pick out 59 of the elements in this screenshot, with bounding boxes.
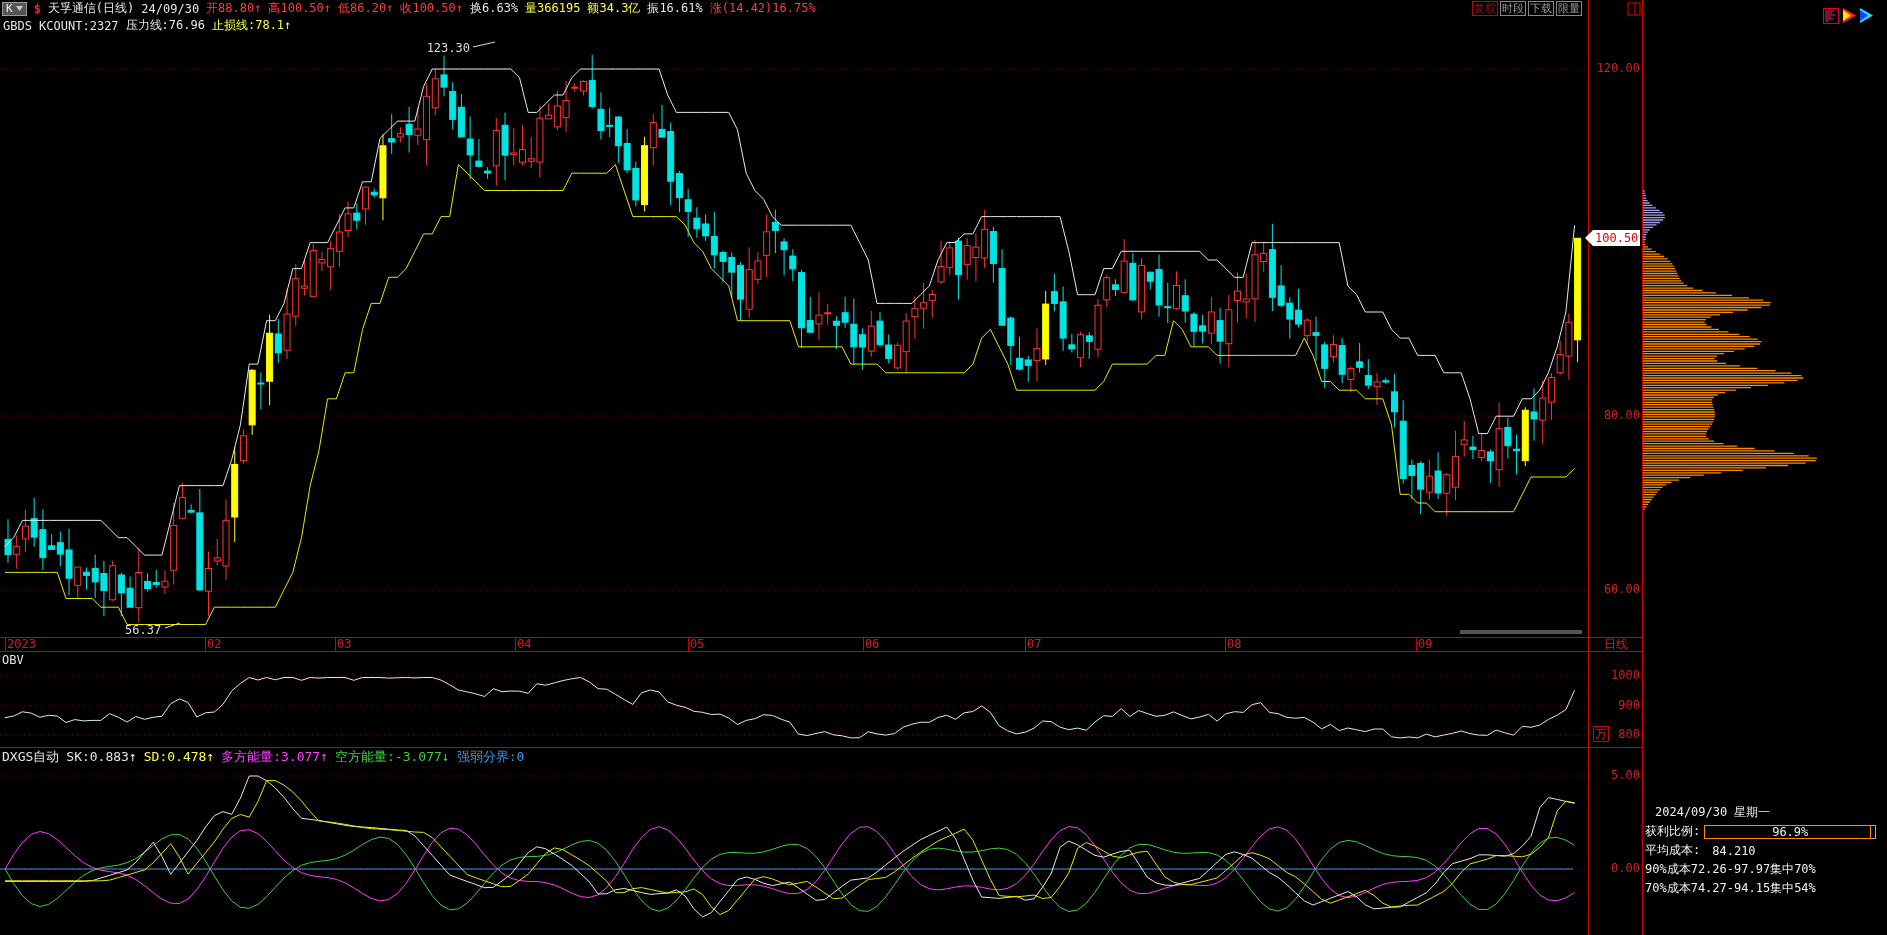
date-axis-label: 04 [515, 638, 532, 651]
indicator-value: 止损线:78.1↑ [211, 17, 292, 34]
date-axis-label: 06 [863, 638, 880, 651]
chart-type-button[interactable]: K [2, 1, 27, 16]
date-axis-label: 2023 [5, 638, 36, 651]
price-axis-label: 60.00 [1603, 582, 1640, 596]
scroll-bar[interactable] [1460, 630, 1582, 634]
legend-value: SK:0.883↑ [66, 749, 137, 764]
date-axis-label: 02 [205, 638, 222, 651]
toolbar-button[interactable]: 下载 [1528, 1, 1554, 16]
cost-range-text: 70%成本74.27-94.15集中54% [1645, 880, 1817, 897]
leader-line [164, 622, 181, 629]
period-label: 日线 [1603, 638, 1628, 651]
obv-title: OBV [2, 653, 24, 667]
last-price-tag: 100.50 [1585, 230, 1641, 246]
list-icon[interactable] [1823, 8, 1839, 24]
quote-value: 收100.50↑ [400, 0, 463, 17]
average-cost-label: 平均成本: [1645, 842, 1701, 859]
legend-value: SD:0.478↑ [143, 749, 215, 764]
panel-toggle-icon[interactable] [1627, 2, 1641, 16]
quote-value: 涨(14.42)16.75% [709, 0, 816, 17]
quote-value: 振16.61% [647, 0, 703, 17]
date-axis-label: 09 [1416, 638, 1433, 651]
price-axis-label: 80.00 [1603, 408, 1640, 422]
cost-range-text: 90%成本72.26-97.97集中70% [1645, 861, 1817, 878]
dxgs-axis-label: 5.00 [1611, 768, 1640, 782]
price-axis-label: 120.00 [1596, 61, 1640, 75]
low-price-label: 56.37 [125, 623, 162, 637]
profit-ratio-label: 获利比例: [1645, 823, 1701, 840]
quote-value: 低86.20↑ [338, 0, 394, 17]
dxgs-axis-label: 0.00 [1611, 861, 1640, 875]
quote-value: 高100.50↑ [268, 0, 332, 17]
leader-line [472, 41, 496, 48]
quote-value: 换6.63% [470, 0, 519, 17]
toolbar-button[interactable]: 限量 [1556, 1, 1582, 16]
triangle-icon[interactable] [1843, 8, 1856, 23]
date-axis-label: 05 [688, 638, 705, 651]
obv-axis-label: 900 [1618, 698, 1640, 712]
quote-value: 开88.80↑ [206, 0, 262, 17]
high-price-label: 123.30 [426, 41, 470, 55]
date-axis-label: 03 [335, 638, 352, 651]
unit-label: 万 [1593, 726, 1609, 742]
date-axis-label: 07 [1025, 638, 1042, 651]
toolbar-button[interactable]: 时段 [1500, 1, 1526, 16]
quote-value: 量366195 [525, 0, 581, 17]
caret-icon [15, 6, 23, 11]
profit-ratio-value: 96.9% [1772, 824, 1809, 839]
obv-axis-label: 800 [1618, 727, 1640, 741]
quote-date: 24/09/30 [141, 1, 200, 16]
stock-title: 天孚通信(日线) [47, 0, 135, 17]
triangle-icon[interactable] [1860, 8, 1873, 23]
market-mark: $ [33, 1, 41, 16]
quote-value: 额34.3亿 [587, 0, 641, 17]
indicator-value: 压力线:76.96 [125, 17, 205, 34]
chip-date: 2024/09/30 星期一 [1654, 804, 1772, 821]
date-axis-label: 08 [1225, 638, 1242, 651]
indicator-value: GBDS KCOUNT:2327 [3, 18, 119, 33]
obv-axis-label: 1000 [1611, 668, 1640, 682]
average-cost-value: 84.210 [1711, 843, 1756, 858]
